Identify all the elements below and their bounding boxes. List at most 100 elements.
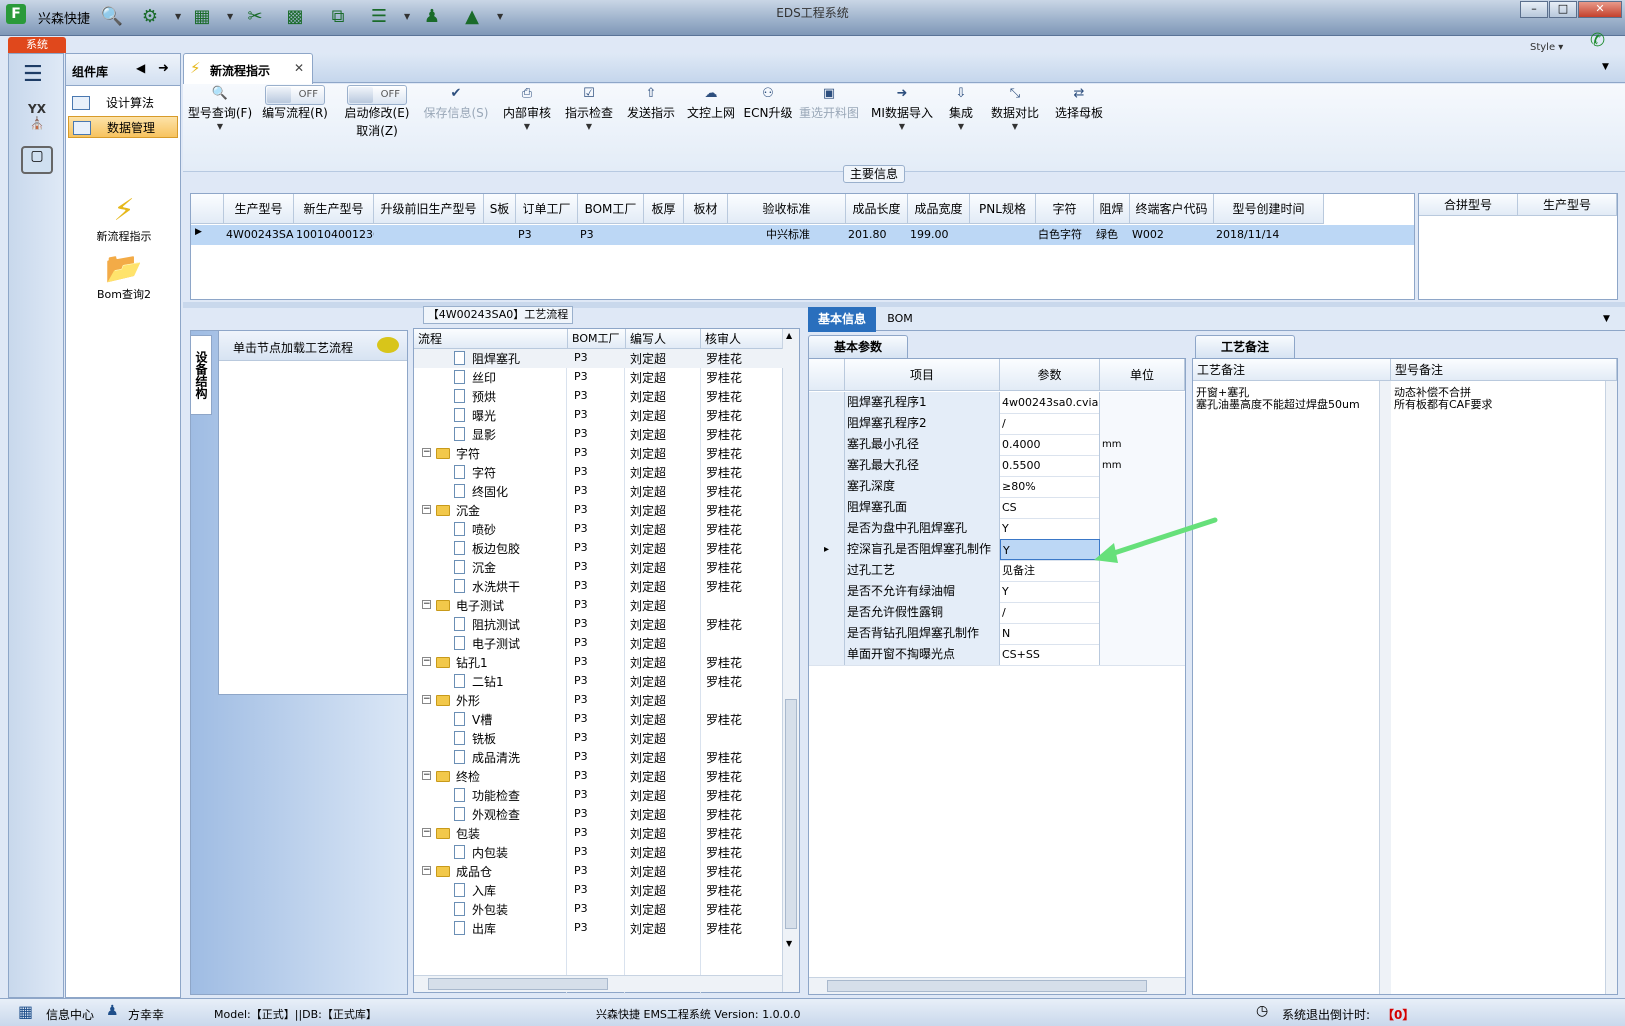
column-header[interactable]: 核审人 [701, 329, 783, 349]
param-value[interactable]: Y [1000, 581, 1100, 602]
param-value[interactable]: 见备注 [1000, 560, 1100, 581]
param-value[interactable]: / [1000, 602, 1100, 623]
tree-node[interactable]: 沉金 P3 刘定超 罗桂花 [414, 558, 784, 577]
table-cell[interactable]: 201.80 [846, 225, 908, 245]
tree-node[interactable]: 铣板 P3 刘定超 [414, 729, 784, 748]
param-row[interactable]: 塞孔深度 ≥80% [809, 476, 1185, 498]
mi-import-button[interactable]: ➜ MI数据导入 ▼ [869, 84, 935, 154]
reselect-material-button[interactable]: ▣ 重选开料图 [797, 84, 861, 154]
tree-node[interactable]: 显影 P3 刘定超 罗桂花 [414, 425, 784, 444]
column-header[interactable]: 型号创建时间 [1214, 194, 1324, 224]
collapse-icon[interactable]: − [422, 600, 431, 609]
param-row[interactable]: 阻焊塞孔程序2/ [809, 413, 1185, 435]
ecn-upgrade-button[interactable]: ⚇ ECN升级 [743, 84, 793, 154]
tab-bom[interactable]: BOM [880, 307, 920, 332]
tree-node[interactable]: 出库 P3 刘定超 罗桂花 [414, 919, 784, 938]
tree-node[interactable]: 内包装 P3 刘定超 罗桂花 [414, 843, 784, 862]
collapse-icon[interactable]: − [422, 828, 431, 837]
tab-list-dropdown-icon[interactable]: ▼ [1602, 62, 1609, 72]
column-header[interactable]: 字符 [1036, 194, 1094, 224]
tree-node[interactable]: − 字符 P3 刘定超 罗桂花 [414, 444, 784, 463]
tree-node[interactable]: 丝印 P3 刘定超 罗桂花 [414, 368, 784, 387]
param-value[interactable]: 0.5500 [1000, 455, 1100, 476]
tree-node[interactable]: 终固化 P3 刘定超 罗桂花 [414, 482, 784, 501]
vertical-scrollbar[interactable]: ▲ ▼ [782, 329, 799, 992]
param-row[interactable]: 是否背钻孔阻焊塞孔制作 N [809, 623, 1185, 645]
tree-node[interactable]: − 电子测试 P3 刘定超 [414, 596, 784, 615]
tree-node[interactable]: − 包装 P3 刘定超 罗桂花 [414, 824, 784, 843]
row-header[interactable] [809, 644, 845, 665]
row-header[interactable] [809, 518, 845, 539]
column-header[interactable]: S板 [484, 194, 516, 224]
factory-icon[interactable]: YX ⛪ [21, 102, 53, 132]
collapse-icon[interactable]: − [422, 448, 431, 457]
table-cell[interactable]: 白色字符 [1036, 225, 1094, 245]
param-value[interactable]: 0.4000 [1000, 434, 1100, 455]
minimize-button[interactable]: – [1520, 1, 1548, 18]
table-cell[interactable] [684, 225, 728, 245]
scroll-thumb[interactable] [827, 980, 1147, 992]
start-modify-toggle[interactable]: OFF 启动修改(E) 取消(Z) [341, 84, 413, 154]
table-cell[interactable] [374, 225, 484, 245]
row-header[interactable] [809, 476, 845, 497]
column-header[interactable]: 合拼型号 [1419, 194, 1518, 216]
table-cell[interactable]: 2018/11/14 [1214, 225, 1324, 245]
tree-node[interactable]: V槽 P3 刘定超 罗桂花 [414, 710, 784, 729]
table-cell[interactable]: 绿色 [1094, 225, 1130, 245]
tree-node[interactable]: 入库 P3 刘定超 罗桂花 [414, 881, 784, 900]
column-header[interactable]: 阻焊 [1094, 194, 1130, 224]
column-header[interactable]: 参数 [1000, 359, 1100, 391]
tree-node[interactable]: 外包装 P3 刘定超 罗桂花 [414, 900, 784, 919]
tab-basic-info[interactable]: 基本信息 [808, 307, 876, 332]
close-button[interactable]: ✕ [1578, 1, 1622, 18]
lib-item-design-algorithm[interactable]: 设计算法 [68, 92, 178, 114]
column-header[interactable]: 板厚 [644, 194, 684, 224]
column-header[interactable]: 单位 [1100, 359, 1185, 391]
select-master-button[interactable]: ⇄ 选择母板 [1049, 84, 1109, 154]
table-cell[interactable] [970, 225, 1036, 245]
tree-node[interactable]: 预烘 P3 刘定超 罗桂花 [414, 387, 784, 406]
tree-node[interactable]: 外观检查 P3 刘定超 罗桂花 [414, 805, 784, 824]
tree-node[interactable]: − 外形 P3 刘定超 [414, 691, 784, 710]
chevron-down-icon[interactable]: ▼ [1603, 314, 1610, 324]
tree-node[interactable]: 字符 P3 刘定超 罗桂花 [414, 463, 784, 482]
table-cell[interactable]: 4W00243SA0 [224, 225, 294, 245]
info-center-link[interactable]: 信息中心 [46, 1006, 94, 1023]
row-header[interactable] [809, 602, 845, 623]
toggle-switch[interactable]: OFF [265, 85, 325, 105]
tab-basic-params[interactable]: 基本参数 [808, 335, 908, 359]
tab-process-notes[interactable]: 工艺备注 [1195, 335, 1295, 359]
column-header[interactable]: 流程 [414, 329, 568, 349]
doc-upload-button[interactable]: ☁ 文控上网 [683, 84, 739, 154]
pin-icon[interactable]: ➜ [158, 61, 169, 76]
column-header[interactable]: 型号备注 [1391, 359, 1617, 381]
tree-node[interactable]: 曝光 P3 刘定超 罗桂花 [414, 406, 784, 425]
machine-icon[interactable]: ▢ [21, 146, 53, 174]
row-header[interactable]: ▸ [809, 539, 845, 560]
param-value[interactable]: Y [1000, 518, 1100, 539]
column-header[interactable]: 订单工厂 [516, 194, 578, 224]
param-value[interactable]: CS+SS [1000, 644, 1100, 665]
row-header[interactable] [809, 497, 845, 518]
row-header[interactable] [809, 560, 845, 581]
table-cell[interactable]: P3 [516, 225, 578, 245]
windows-icon[interactable]: ▦ [18, 1002, 33, 1021]
scroll-up-icon[interactable]: ▲ [786, 331, 792, 340]
row-header[interactable] [809, 392, 845, 413]
collapse-left-icon[interactable]: ◀ [136, 61, 145, 75]
horizontal-scrollbar[interactable] [414, 975, 782, 992]
table-cell[interactable]: P3 [578, 225, 644, 245]
maximize-button[interactable]: □ [1549, 1, 1577, 18]
tree-node[interactable]: 电子测试 P3 刘定超 [414, 634, 784, 653]
process-note-text[interactable]: 开窗+塞孔 塞孔油墨高度不能超过焊盘50um [1196, 387, 1360, 411]
scroll-thumb[interactable] [428, 978, 608, 990]
integrate-button[interactable]: ⇩ 集成 ▼ [941, 84, 981, 154]
collapse-icon[interactable]: − [422, 657, 431, 666]
table-cell[interactable]: W002 [1130, 225, 1214, 245]
tree-node[interactable]: − 沉金 P3 刘定超 罗桂花 [414, 501, 784, 520]
close-tab-icon[interactable]: ✕ [294, 61, 304, 75]
scroll-down-icon[interactable]: ▼ [786, 939, 792, 948]
table-cell[interactable] [484, 225, 516, 245]
write-flow-toggle[interactable]: OFF 编写流程(R) [259, 84, 331, 154]
row-header[interactable] [809, 413, 845, 434]
